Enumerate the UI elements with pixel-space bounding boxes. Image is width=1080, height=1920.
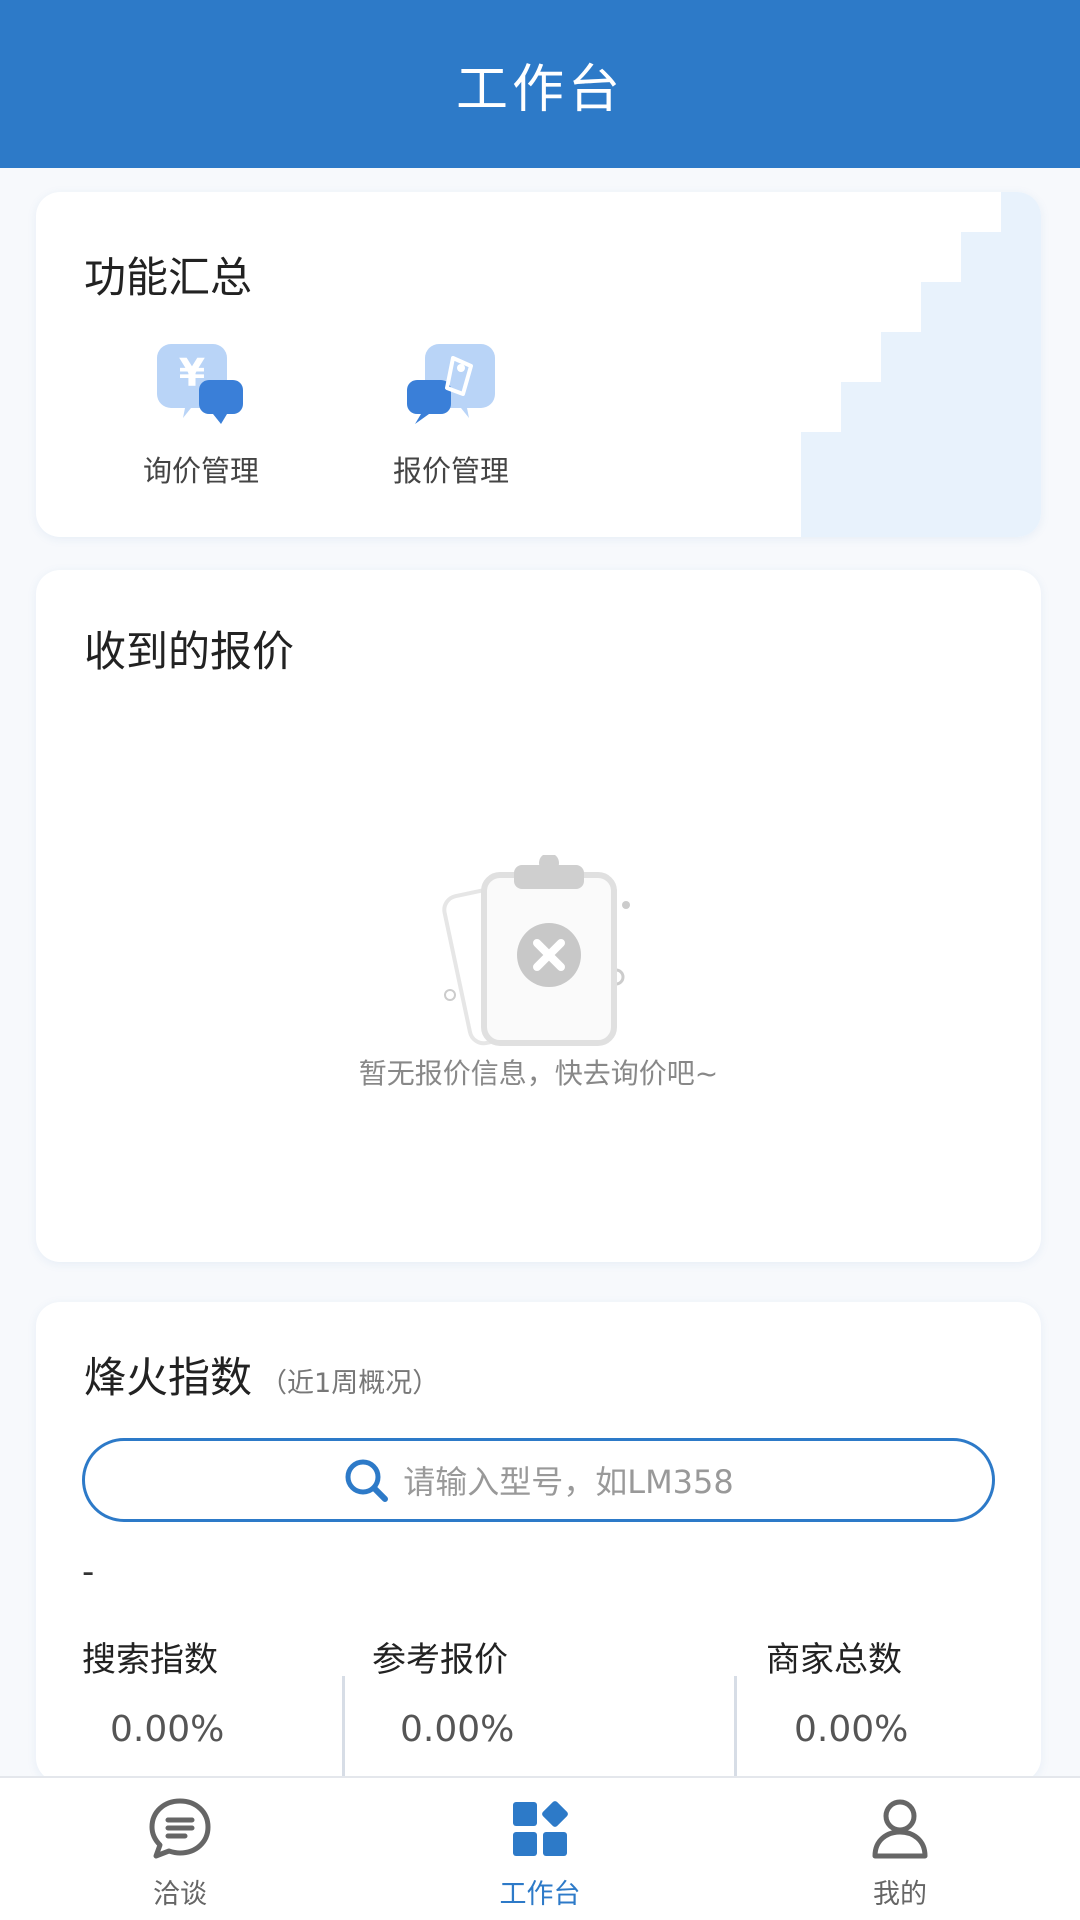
nav-item-mine[interactable]: 我的: [800, 1796, 1000, 1911]
nav-item-chat[interactable]: 洽谈: [80, 1796, 280, 1911]
index-stats: 搜索指数 0.00% 参考报价 0.00% 商家总数 0.00%: [36, 1632, 1041, 1782]
empty-clipboard-icon: [442, 855, 630, 1046]
tag-chat-icon: [407, 344, 495, 424]
functions-card: 功能汇总 ¥ 询价管理 报价管理: [36, 192, 1041, 537]
stat-value: 0.00%: [400, 1709, 515, 1750]
bottom-nav: 洽谈 工作台 我的: [0, 1776, 1080, 1920]
page-title: 工作台: [455, 59, 624, 120]
stat-merchant-count: 商家总数 0.00%: [766, 1632, 908, 1750]
index-title-main: 烽火指数: [84, 1353, 253, 1402]
stat-value: 0.00%: [110, 1709, 225, 1750]
index-title: 烽火指数 （近1周概况）: [84, 1344, 439, 1405]
stat-divider: [342, 1676, 345, 1782]
index-title-subtitle: （近1周概况）: [260, 1368, 440, 1399]
model-value: -: [82, 1552, 95, 1592]
chat-bubble-icon: [149, 1798, 211, 1859]
decorative-stripes: [801, 192, 1041, 537]
quote-management-button[interactable]: 报价管理: [366, 340, 536, 490]
stat-label: 搜索指数: [82, 1640, 218, 1680]
yuan-chat-icon: ¥: [157, 344, 243, 424]
quote-management-label: 报价管理: [392, 454, 509, 488]
search-input[interactable]: 请输入型号，如LM358: [82, 1438, 995, 1522]
inquiry-management-label: 询价管理: [142, 454, 259, 488]
nav-item-workbench[interactable]: 工作台: [440, 1796, 640, 1911]
stat-search-index: 搜索指数 0.00%: [82, 1632, 224, 1750]
grid-icon: [513, 1801, 568, 1856]
user-icon: [872, 1799, 928, 1859]
nav-label-mine: 我的: [873, 1879, 927, 1910]
stat-label: 商家总数: [766, 1640, 902, 1680]
received-quotes-card: 收到的报价 暂无报价信息，快去询价吧~: [36, 570, 1041, 1262]
functions-title: 功能汇总: [84, 253, 253, 302]
nav-label-workbench: 工作台: [499, 1879, 581, 1910]
app-header: 工作台: [0, 0, 1080, 168]
stat-value: 0.00%: [794, 1709, 909, 1750]
search-placeholder: 请输入型号，如LM358: [403, 1463, 734, 1501]
stat-reference-quote: 参考报价 0.00%: [372, 1632, 514, 1750]
received-quotes-title: 收到的报价: [84, 627, 295, 676]
search-icon: [345, 1459, 389, 1502]
stat-divider: [734, 1676, 737, 1782]
nav-label-chat: 洽谈: [153, 1879, 207, 1910]
stat-label: 参考报价: [372, 1640, 508, 1680]
inquiry-management-button[interactable]: ¥ 询价管理: [116, 340, 286, 490]
svg-text:¥: ¥: [179, 351, 205, 395]
empty-state-text: 暂无报价信息，快去询价吧~: [358, 1057, 719, 1090]
index-card: 烽火指数 （近1周概况） 请输入型号，如LM358 - 搜索指数 0.00% 参考…: [36, 1302, 1041, 1782]
